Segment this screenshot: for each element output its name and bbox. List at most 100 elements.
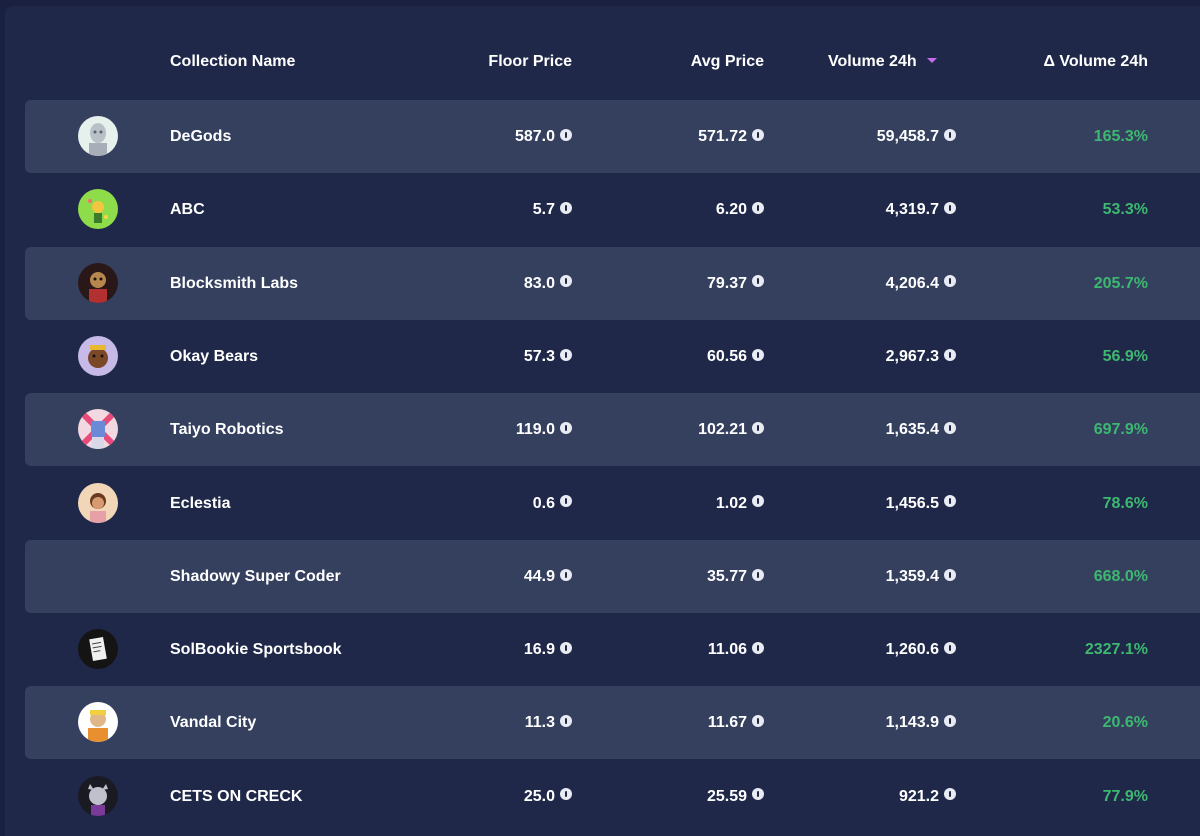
sol-currency-icon — [752, 202, 764, 215]
delta-volume-24h-value: 2327.1% — [1084, 641, 1148, 659]
sol-currency-icon — [944, 275, 956, 288]
table-row[interactable]: Taiyo Robotics 119.0 102.21 1,635.4 697.9% — [25, 393, 1200, 467]
avg-price: 6.20 — [716, 173, 764, 246]
avg-price-value: 79.37 — [706, 274, 747, 292]
floor-price-value: 587.0 — [514, 128, 555, 145]
cets-avatar — [78, 775, 118, 816]
avg-price: 102.21 — [698, 393, 764, 466]
avg-price-value: 11.67 — [707, 714, 747, 732]
delta-volume-24h: 668.0% — [1094, 540, 1148, 613]
volume-24h: 1,359.4 — [886, 540, 956, 613]
floor-price: 83.0 — [524, 247, 572, 320]
volume-24h: 4,319.7 — [886, 173, 956, 246]
avg-price-value: 35.77 — [706, 567, 747, 585]
table-row[interactable]: Okay Bears 57.3 60.56 2,967.3 56.9% — [25, 320, 1200, 393]
volume-24h: 921.2 — [899, 760, 956, 833]
table-row[interactable]: Shadowy Super Coder 44.9 35.77 1,359.4 668.0… — [25, 539, 1200, 613]
delta-volume-24h: 205.7% — [1094, 247, 1148, 320]
table-row[interactable]: Blocksmith Labs 83.0 79.37 4,206.4 205.7% — [25, 246, 1200, 320]
avg-price-value: 6.20 — [715, 201, 747, 219]
sol-currency-icon — [944, 421, 956, 434]
collection-name[interactable]: Okay Bears — [170, 320, 258, 393]
collection-name-value: Blocksmith Labs — [170, 274, 299, 292]
volume-24h: 1,635.4 — [886, 393, 956, 466]
collection-name[interactable]: DeGods — [170, 100, 231, 173]
floor-price: 57.3 — [524, 320, 572, 393]
delta-volume-24h: 53.3% — [1103, 173, 1148, 246]
header-avg-price[interactable]: Avg Price — [691, 52, 764, 72]
header-volume-24h[interactable]: Volume 24h — [828, 52, 937, 72]
header-floor-price[interactable]: Floor Price — [488, 52, 572, 72]
sol-currency-icon — [560, 641, 572, 654]
floor-price-value: 83.0 — [523, 274, 555, 292]
collection-name-value: SolBookie Sportsbook — [170, 641, 342, 659]
volume-24h-value: 1,456.5 — [885, 494, 939, 512]
avg-price-value: 102.21 — [698, 421, 747, 439]
solbookie-avatar — [78, 629, 118, 670]
collection-name-value: ABC — [170, 201, 205, 219]
sol-currency-icon — [560, 495, 572, 508]
sol-currency-icon — [560, 128, 572, 141]
floor-price: 16.9 — [524, 613, 572, 686]
table-row[interactable]: SolBookie Sportsbook 16.9 11.06 1,260.6 2327… — [25, 613, 1200, 686]
delta-volume-24h-value: 205.7% — [1093, 274, 1148, 292]
floor-price-value: 5.7 — [532, 201, 555, 219]
volume-24h-value: 4,319.7 — [885, 201, 939, 219]
collection-name-value: Taiyo Robotics — [170, 421, 284, 439]
delta-volume-24h: 2327.1% — [1085, 613, 1148, 686]
floor-price-value: 119.0 — [515, 421, 555, 439]
table-row[interactable]: Vandal City 11.3 11.67 1,143.9 20.6% — [25, 686, 1200, 760]
volume-24h-value: 59,458.7 — [876, 128, 939, 145]
collection-name[interactable]: Vandal City — [170, 686, 256, 759]
delta-volume-24h-value: 668.0% — [1093, 567, 1148, 585]
volume-24h-value: 921.2 — [898, 787, 939, 805]
collection-name[interactable]: Eclestia — [170, 467, 230, 540]
sol-currency-icon — [752, 568, 764, 581]
table-row[interactable]: Eclestia 0.6 1.02 1,456.5 78.6% — [25, 467, 1200, 540]
sol-currency-icon — [944, 202, 956, 215]
header-delta-volume-24h[interactable]: Δ Volume 24h — [1043, 52, 1148, 72]
avg-price-value: 571.72 — [698, 128, 747, 145]
floor-price: 11.3 — [525, 686, 572, 759]
sol-currency-icon — [944, 641, 956, 654]
eclestia-avatar — [78, 482, 118, 523]
collection-name[interactable]: Blocksmith Labs — [170, 247, 298, 320]
floor-price: 119.0 — [516, 393, 572, 466]
collection-name[interactable]: SolBookie Sportsbook — [170, 613, 342, 686]
sort-descending-icon[interactable] — [926, 58, 937, 64]
collection-name-value: CETS ON CRECK — [170, 787, 303, 805]
sol-currency-icon — [752, 788, 764, 801]
table-header: Collection Name Floor Price Avg Price Vo… — [0, 0, 1200, 100]
collection-name[interactable]: Shadowy Super Coder — [170, 540, 341, 613]
volume-24h: 1,143.9 — [886, 686, 956, 759]
collection-name[interactable]: ABC — [170, 173, 205, 246]
floor-price-value: 16.9 — [523, 641, 555, 659]
sol-currency-icon — [560, 715, 572, 728]
sol-currency-icon — [752, 641, 764, 654]
sol-currency-icon — [752, 421, 764, 434]
delta-volume-24h-value: 53.3% — [1102, 201, 1148, 219]
delta-volume-24h-value: 20.6% — [1102, 714, 1148, 732]
sol-currency-icon — [944, 568, 956, 581]
collection-name[interactable]: Taiyo Robotics — [170, 393, 284, 466]
table-row[interactable]: CETS ON CRECK 25.0 25.59 921.2 77.9% — [25, 760, 1200, 833]
okay-bears-avatar — [78, 335, 118, 376]
header-collection-name[interactable]: Collection Name — [170, 52, 295, 72]
sol-currency-icon — [944, 128, 956, 141]
avg-price-value: 60.56 — [706, 347, 747, 365]
sol-currency-icon — [752, 715, 764, 728]
delta-volume-24h-value: 165.3% — [1093, 128, 1148, 145]
sol-currency-icon — [752, 275, 764, 288]
degods-avatar — [78, 116, 118, 156]
volume-24h: 4,206.4 — [886, 247, 956, 320]
avg-price: 35.77 — [707, 540, 764, 613]
collection-name[interactable]: CETS ON CRECK — [170, 760, 302, 833]
table-row[interactable]: DeGods 587.0 571.72 59,458.7 165.3% — [25, 100, 1200, 173]
delta-volume-24h: 165.3% — [1094, 100, 1148, 173]
blocksmith-avatar — [78, 262, 118, 303]
abc-avatar — [78, 189, 118, 230]
floor-price: 5.7 — [533, 173, 572, 246]
avg-price-value: 25.59 — [706, 787, 747, 805]
table-row[interactable]: ABC 5.7 6.20 4,319.7 53.3% — [25, 173, 1200, 246]
sol-currency-icon — [944, 715, 956, 728]
